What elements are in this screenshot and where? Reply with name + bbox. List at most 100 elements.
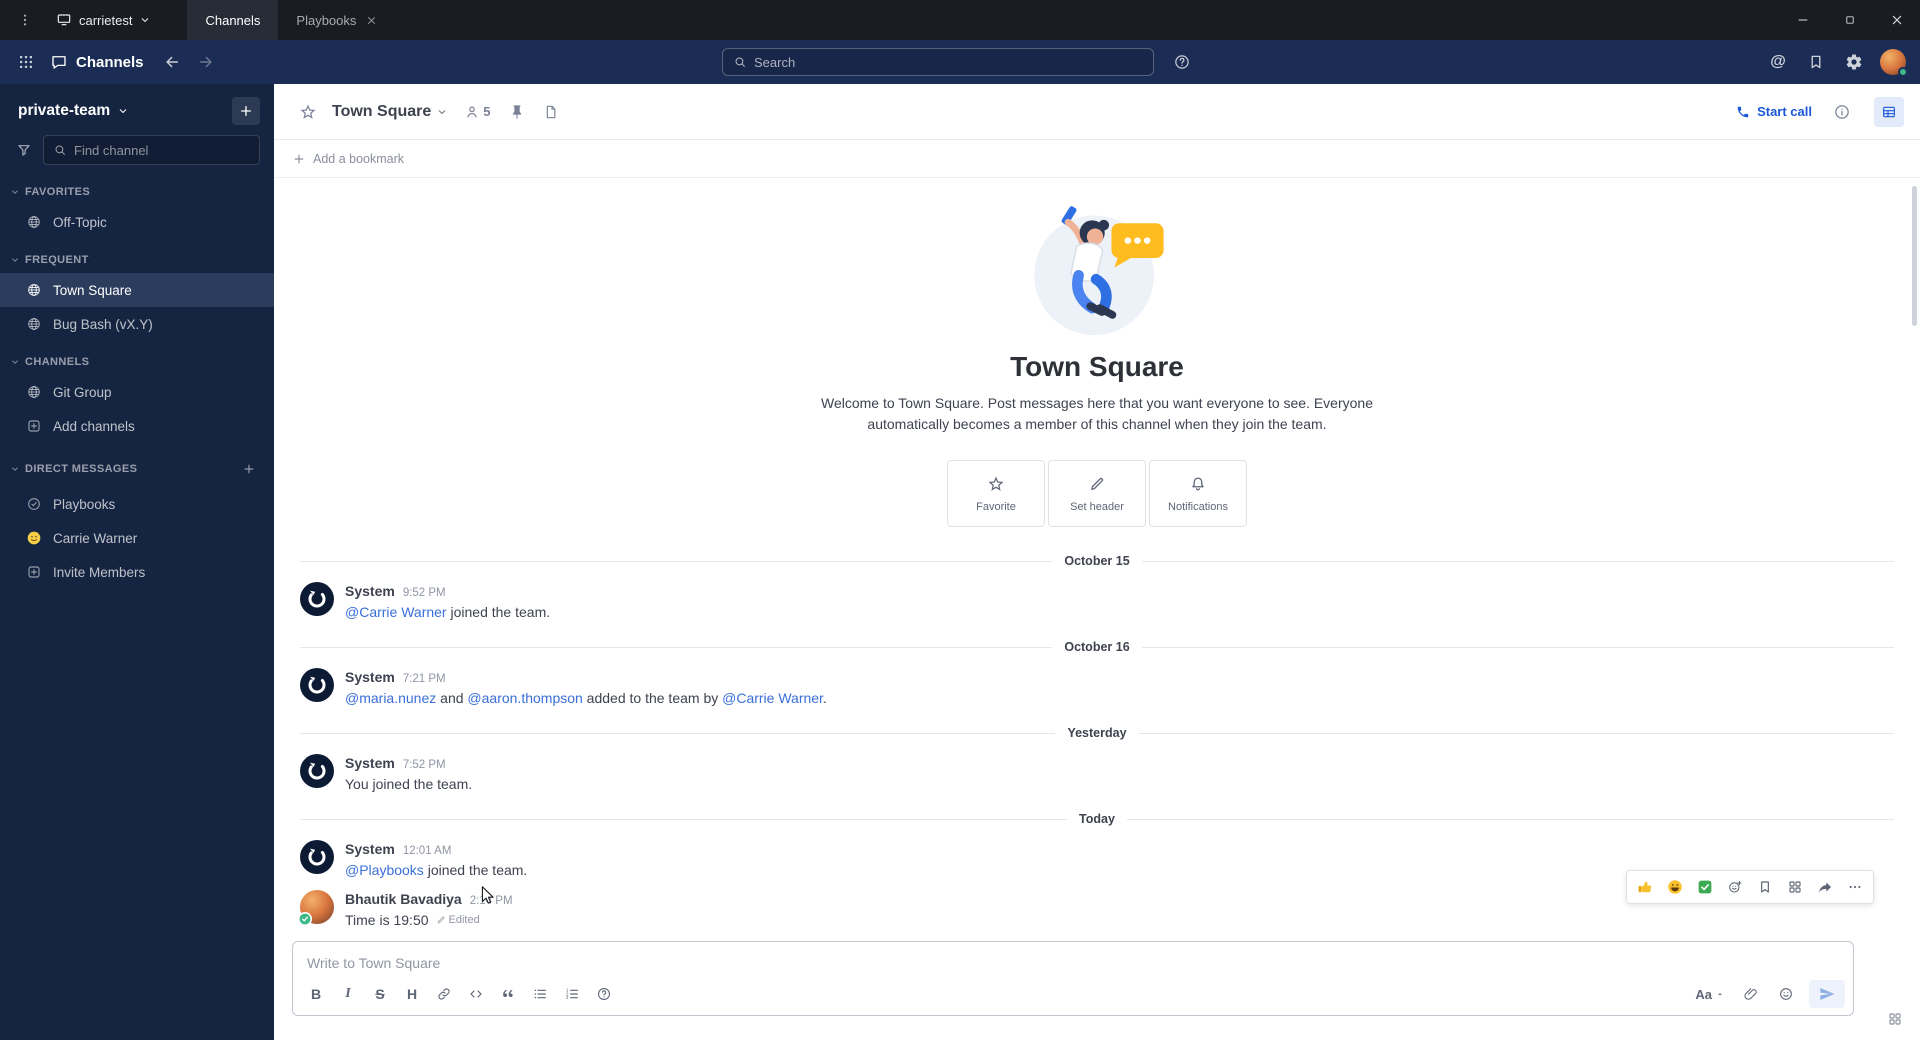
find-channel-input[interactable]: [74, 142, 250, 158]
sidebar-item-town-square[interactable]: Town Square: [0, 273, 274, 307]
sidebar-item-carrie-warner[interactable]: Carrie Warner: [0, 521, 274, 555]
sidebar-item-off-topic[interactable]: Off-Topic: [0, 205, 274, 239]
favorite-channel-button[interactable]: [292, 96, 324, 128]
quote-button[interactable]: [493, 980, 523, 1008]
system-avatar[interactable]: [300, 754, 334, 788]
emoji-picker-button[interactable]: [1771, 980, 1801, 1008]
message-author[interactable]: Bhautik Bavadiya: [345, 890, 462, 908]
window-tab-channels[interactable]: Channels: [187, 0, 279, 40]
numbered-list-button[interactable]: 123: [557, 980, 587, 1008]
quick-reaction-grinning-smile-button[interactable]: [1661, 874, 1689, 900]
favorite-button[interactable]: Favorite: [947, 460, 1045, 527]
mention-link[interactable]: @aaron.thompson: [467, 690, 582, 706]
mention-link[interactable]: @Carrie Warner: [722, 690, 823, 706]
window-tab-playbooks[interactable]: Playbooks: [278, 0, 396, 40]
message-author[interactable]: System: [345, 840, 395, 858]
send-icon: [1819, 986, 1835, 1002]
saved-messages-button[interactable]: [1800, 46, 1832, 78]
message-author[interactable]: System: [345, 582, 395, 600]
channel-header: Town Square 5 Start call: [274, 84, 1920, 140]
channel-files-button[interactable]: [535, 96, 567, 128]
italic-button[interactable]: I: [333, 980, 363, 1008]
app-menu-button[interactable]: [6, 0, 44, 40]
bold-button[interactable]: B: [301, 980, 331, 1008]
server-selector[interactable]: carrietest: [44, 0, 163, 40]
history-back-button[interactable]: [156, 46, 188, 78]
link-button[interactable]: [429, 980, 459, 1008]
sidebar-item-playbooks[interactable]: Playbooks: [0, 487, 274, 521]
mention-link[interactable]: @Carrie Warner: [345, 604, 447, 620]
start-call-button[interactable]: Start call: [1726, 97, 1822, 127]
info-icon: [1833, 103, 1851, 121]
sidebar-item-bug-bash-vx-y[interactable]: Bug Bash (vX.Y): [0, 307, 274, 341]
save-message-button[interactable]: [1751, 874, 1779, 900]
message-apps-icon: [1787, 879, 1803, 895]
search-box[interactable]: [722, 48, 1154, 76]
minimize-button[interactable]: [1779, 0, 1826, 40]
scrollbar-thumb[interactable]: [1912, 186, 1917, 326]
help-button[interactable]: [1166, 46, 1198, 78]
add-direct-message-button[interactable]: [238, 458, 260, 480]
add-channels-plus-button[interactable]: [232, 97, 260, 125]
close-button[interactable]: [1873, 0, 1920, 40]
system-avatar[interactable]: [300, 668, 334, 702]
message-input[interactable]: [293, 942, 1853, 976]
reply-button[interactable]: [1811, 874, 1839, 900]
product-switcher-button[interactable]: [10, 46, 42, 78]
set-header-button[interactable]: Set header: [1048, 460, 1146, 527]
sidebar-section-channels[interactable]: CHANNELS: [0, 341, 274, 375]
arrow-left-icon: [163, 53, 181, 71]
date-label: October 15: [1052, 551, 1142, 571]
formatting-toggle-button[interactable]: Aa: [1689, 980, 1731, 1008]
system-avatar[interactable]: [300, 840, 334, 874]
strikethrough-button[interactable]: S: [365, 980, 395, 1008]
sidebar-item-invite-members[interactable]: Invite Members: [0, 555, 274, 589]
search-input[interactable]: [754, 54, 1143, 70]
find-channel-box[interactable]: [43, 135, 260, 165]
sidebar-section-direct-messages[interactable]: DIRECT MESSAGES: [0, 443, 274, 487]
message-timestamp[interactable]: 2:14 PM: [470, 892, 513, 910]
channel-info-button[interactable]: [1826, 96, 1858, 128]
attach-file-button[interactable]: [1736, 980, 1766, 1008]
channel-menu-button[interactable]: Town Square: [326, 103, 454, 121]
more-actions-button[interactable]: [1841, 874, 1869, 900]
system-avatar[interactable]: [300, 582, 334, 616]
formatting-help-button[interactable]: [589, 980, 619, 1008]
message-timestamp[interactable]: 7:52 PM: [403, 756, 446, 774]
team-menu-button[interactable]: private-team: [18, 102, 129, 120]
sidebar-item-add-channels[interactable]: Add channels: [0, 409, 274, 443]
quick-reaction-check-mark-button[interactable]: [1691, 874, 1719, 900]
quick-reaction-thumbs-up-button[interactable]: [1631, 874, 1659, 900]
mention-link[interactable]: @maria.nunez: [345, 690, 436, 706]
channel-sidebar: private-team FAVORITES Off-Topic FREQUENT T…: [0, 84, 274, 1040]
add-bookmark-button[interactable]: Add a bookmark: [292, 152, 404, 166]
message-author[interactable]: System: [345, 754, 395, 772]
user-avatar[interactable]: [1880, 49, 1908, 77]
maximize-button[interactable]: [1826, 0, 1873, 40]
pinned-posts-button[interactable]: [501, 96, 533, 128]
notifications-button[interactable]: Notifications: [1149, 460, 1247, 527]
sidebar-section-favorites[interactable]: FAVORITES: [0, 171, 274, 205]
settings-button[interactable]: [1838, 46, 1870, 78]
close-icon[interactable]: [365, 14, 378, 27]
add-reaction-button[interactable]: [1721, 874, 1749, 900]
code-button[interactable]: [461, 980, 491, 1008]
mention-link[interactable]: @Playbooks: [345, 862, 424, 878]
heading-button[interactable]: H: [397, 980, 427, 1008]
send-message-button[interactable]: [1809, 980, 1845, 1008]
message-apps-button[interactable]: [1781, 874, 1809, 900]
channel-filter-button[interactable]: [10, 136, 37, 164]
user-avatar[interactable]: [298, 890, 334, 926]
bulleted-list-button[interactable]: [525, 980, 555, 1008]
apps-corner-button[interactable]: [1882, 1006, 1908, 1032]
sidebar-item-git-group[interactable]: Git Group: [0, 375, 274, 409]
message-author[interactable]: System: [345, 668, 395, 686]
boards-toggle-button[interactable]: [1874, 96, 1904, 127]
message-timestamp[interactable]: 12:01 AM: [403, 842, 452, 860]
channel-members-button[interactable]: 5: [456, 96, 498, 128]
history-forward-button[interactable]: [190, 46, 222, 78]
message-timestamp[interactable]: 7:21 PM: [403, 670, 446, 688]
recent-mentions-button[interactable]: @: [1762, 46, 1794, 78]
message-timestamp[interactable]: 9:52 PM: [403, 584, 446, 602]
sidebar-section-frequent[interactable]: FREQUENT: [0, 239, 274, 273]
